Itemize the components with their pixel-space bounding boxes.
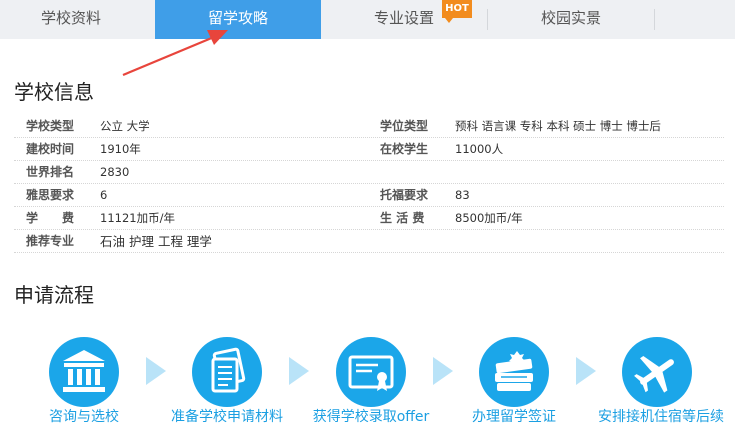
field-value: 6 — [100, 188, 108, 202]
field-label: 学校类型 — [26, 119, 75, 133]
process-step-consult — [49, 337, 119, 407]
chevron-right-icon — [289, 357, 309, 385]
process-title: 申请流程 — [14, 283, 94, 307]
certificate-icon — [348, 355, 394, 391]
tab-campus-photos[interactable]: 校园实景 — [488, 0, 654, 39]
tab-study-guide[interactable]: 留学攻略 — [155, 0, 321, 39]
field-value: 1910年 — [100, 142, 141, 156]
chevron-right-icon — [433, 357, 453, 385]
field-label: 在校学生 — [380, 142, 429, 156]
chevron-right-icon — [576, 357, 596, 385]
field-label: 雅思要求 — [26, 188, 75, 202]
tab-divider — [654, 9, 655, 30]
process-step-pickup — [622, 337, 692, 407]
field-value: 8500加币/年 — [455, 211, 523, 225]
field-label: 世界排名 — [26, 165, 75, 179]
hot-badge: HOT — [442, 0, 472, 23]
process-step-label: 咨询与选校 — [49, 409, 119, 425]
process-step-prepare — [192, 337, 262, 407]
field-value: 11000人 — [455, 142, 504, 156]
field-value: 11121加币/年 — [100, 211, 175, 225]
passport-books-icon — [495, 351, 533, 391]
school-info-title: 学校信息 — [14, 80, 94, 104]
table-row: 学 费 11121加币/年 生 活 费 8500加币/年 — [14, 207, 724, 230]
table-row: 建校时间 1910年 在校学生 11000人 — [14, 138, 724, 161]
school-info-table: 学校类型 公立 大学 学位类型 预科 语言课 专科 本科 硕士 博士 博士后 建… — [14, 115, 724, 253]
process-step-visa — [479, 337, 549, 407]
field-value: 石油 护理 工程 理学 — [100, 234, 212, 249]
chevron-right-icon — [146, 357, 166, 385]
process-step-label: 办理留学签证 — [472, 409, 556, 425]
tab-bar: 学校资料 留学攻略 专业设置 HOT 校园实景 — [0, 0, 735, 39]
field-value: 2830 — [100, 165, 130, 179]
table-row: 学校类型 公立 大学 学位类型 预科 语言课 专科 本科 硕士 博士 博士后 — [14, 115, 724, 138]
field-label: 生 活 费 — [380, 211, 425, 225]
table-row: 推荐专业 石油 护理 工程 理学 — [14, 230, 724, 253]
field-label: 建校时间 — [26, 142, 75, 156]
table-row: 雅思要求 6 托福要求 83 — [14, 184, 724, 207]
process-step-label: 获得学校录取offer — [312, 409, 430, 425]
field-label: 推荐专业 — [26, 234, 75, 248]
field-label: 学位类型 — [380, 119, 429, 133]
process-step-offer — [336, 337, 406, 407]
documents-icon — [211, 347, 246, 393]
field-value: 预科 语言课 专科 本科 硕士 博士 博士后 — [455, 119, 661, 133]
airplane-icon — [634, 355, 674, 393]
table-row: 世界排名 2830 — [14, 161, 724, 184]
field-value: 83 — [455, 188, 470, 202]
field-value: 公立 大学 — [100, 119, 150, 133]
process-step-label: 准备学校申请材料 — [171, 409, 283, 425]
field-label: 托福要求 — [380, 188, 429, 202]
field-label: 学 费 — [26, 211, 75, 225]
process-step-label: 安排接机住宿等后续 — [598, 409, 724, 425]
tab-school-info[interactable]: 学校资料 — [0, 0, 142, 39]
bank-building-icon — [63, 350, 105, 392]
